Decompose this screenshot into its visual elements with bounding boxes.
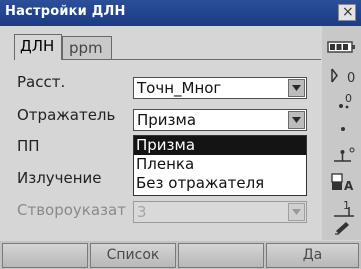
- keyboard-mode-icon: A: [330, 171, 358, 193]
- svg-text:A: A: [344, 179, 354, 193]
- level-icon: [331, 146, 357, 164]
- softkey-bar: Список Да: [0, 241, 361, 269]
- tab-dln-label: ДЛН: [20, 37, 55, 55]
- svg-text:0: 0: [345, 92, 352, 105]
- pen-icon: [333, 219, 355, 235]
- dropdown-option-film[interactable]: Пленка: [134, 155, 306, 174]
- stvoroukazat-value: 3: [137, 203, 147, 221]
- prism-constant-icon: 0: [337, 90, 359, 110]
- izluchenie-label: Излучение: [17, 169, 102, 187]
- settings-window: Настройки ДЛН × ДЛН ppm Расст. Точн_Мног…: [0, 0, 361, 269]
- otrazhatel-label: Отражатель: [17, 106, 116, 124]
- stvoroukazat-dropdown-button: [288, 203, 305, 221]
- svg-text:0: 0: [347, 71, 355, 86]
- softkey-3[interactable]: [178, 243, 264, 268]
- otrazhatel-dropdown-button[interactable]: [288, 111, 305, 129]
- rasst-value: Точн_Мног: [137, 79, 222, 97]
- tab-dln[interactable]: ДЛН: [14, 34, 62, 60]
- battery-icon: [327, 40, 357, 54]
- chevron-down-icon: [292, 209, 301, 215]
- chevron-down-icon: [292, 85, 301, 91]
- rasst-label: Расст.: [17, 73, 66, 91]
- dropdown-option-no-reflector[interactable]: Без отражателя: [134, 174, 306, 193]
- title-bar: Настройки ДЛН ×: [0, 0, 361, 26]
- page-number-icon: 1: [332, 198, 358, 220]
- softkey-1[interactable]: [2, 243, 88, 268]
- window-title: Настройки ДЛН: [5, 4, 126, 19]
- target-mode-icon: 0: [329, 66, 359, 86]
- yes-button[interactable]: Да: [266, 243, 359, 268]
- otrazhatel-value: Призма: [137, 111, 197, 129]
- dropdown-option-prism[interactable]: Призма: [134, 136, 306, 155]
- rasst-dropdown-button[interactable]: [288, 79, 305, 97]
- list-button[interactable]: Список: [90, 243, 176, 268]
- chevron-down-icon: [292, 117, 301, 123]
- stvoroukazat-label: Створоуказат: [17, 201, 126, 219]
- reflector-dropdown-list: Призма Пленка Без отражателя: [133, 135, 307, 196]
- tab-ppm-label: ppm: [69, 39, 103, 57]
- rasst-select[interactable]: Точн_Мног: [133, 77, 307, 99]
- pp-label: ПП: [17, 137, 40, 155]
- tab-ppm[interactable]: ppm: [62, 36, 112, 60]
- otrazhatel-select[interactable]: Призма: [133, 109, 307, 131]
- status-sidebar: 0 0 A 1: [322, 26, 361, 240]
- stvoroukazat-select: 3: [133, 201, 307, 223]
- close-icon[interactable]: ×: [342, 4, 354, 20]
- close-button[interactable]: ×: [338, 4, 356, 21]
- dot-icon: [339, 125, 347, 133]
